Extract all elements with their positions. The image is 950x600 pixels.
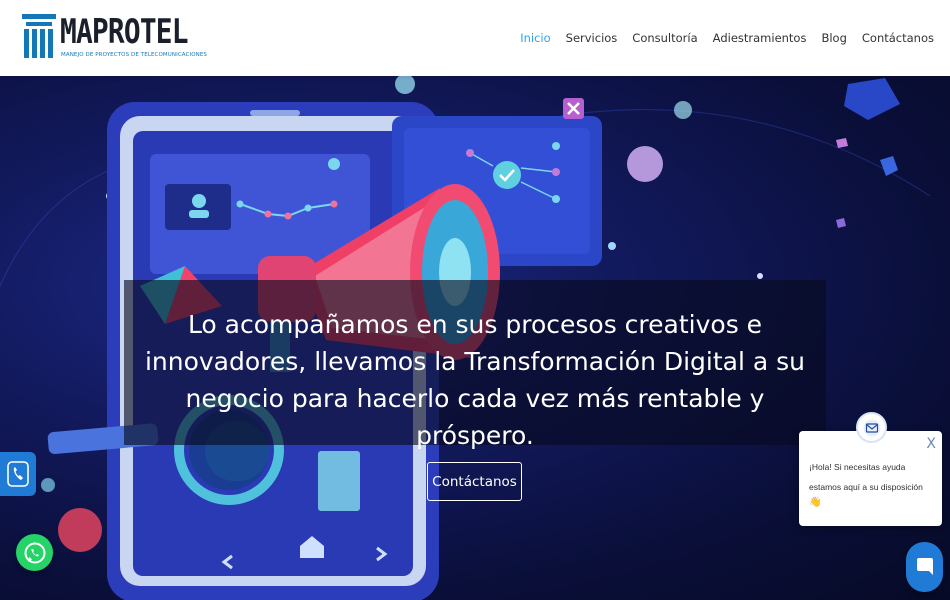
logo-title: MAPROTEL xyxy=(60,12,189,52)
nav-item-adiestramientos[interactable]: Adiestramientos xyxy=(713,31,807,45)
mail-icon xyxy=(863,419,880,436)
logo-tagline: MANEJO DE PROYECTOS DE TELECOMUNICACIONE… xyxy=(61,52,208,58)
nav-item-contactanos[interactable]: Contáctanos xyxy=(862,31,934,45)
nav-item-servicios[interactable]: Servicios xyxy=(566,31,618,45)
chat-greeting-popup: X ¡Hola! Si necesitas ayuda estamos aquí… xyxy=(799,412,942,526)
main-nav: Inicio Servicios Consultoría Adiestramie… xyxy=(520,0,934,76)
chat-bubble-icon xyxy=(916,558,933,575)
chat-greeting-text: ¡Hola! Si necesitas ayuda estamos aquí a… xyxy=(809,457,934,497)
logo-mark-icon xyxy=(22,14,56,58)
headline-line-1: Lo acompañamos en sus procesos creativos… xyxy=(187,310,763,339)
nav-item-consultoria[interactable]: Consultoría xyxy=(632,31,697,45)
contact-cta-button[interactable]: Contáctanos xyxy=(427,462,522,501)
chat-line-2: estamos aquí a su disposición xyxy=(809,482,923,492)
phone-call-button[interactable] xyxy=(0,452,36,496)
whatsapp-button[interactable] xyxy=(16,534,53,571)
wave-emoji-icon: 👋 xyxy=(809,497,822,508)
maprotel-logo[interactable]: MAPROTEL MANEJO DE PROYECTOS DE TELECOMU… xyxy=(22,12,207,62)
chat-close-button[interactable]: X xyxy=(926,437,936,451)
chat-line-1: ¡Hola! Si necesitas ayuda xyxy=(809,462,906,472)
headline-line-2: innovadores, llevamos la Transformación … xyxy=(144,347,806,376)
site-header: MAPROTEL MANEJO DE PROYECTOS DE TELECOMU… xyxy=(0,0,950,76)
nav-item-inicio[interactable]: Inicio xyxy=(520,31,550,45)
chat-launcher-button[interactable] xyxy=(906,542,943,592)
phone-icon xyxy=(7,461,29,487)
headline-line-3: negocio para hacerlo cada vez más rentab… xyxy=(185,384,765,450)
nav-item-blog[interactable]: Blog xyxy=(821,31,846,45)
chat-avatar xyxy=(856,412,887,443)
whatsapp-icon xyxy=(24,542,45,563)
hero-headline: Lo acompañamos en sus procesos creativos… xyxy=(124,306,826,454)
